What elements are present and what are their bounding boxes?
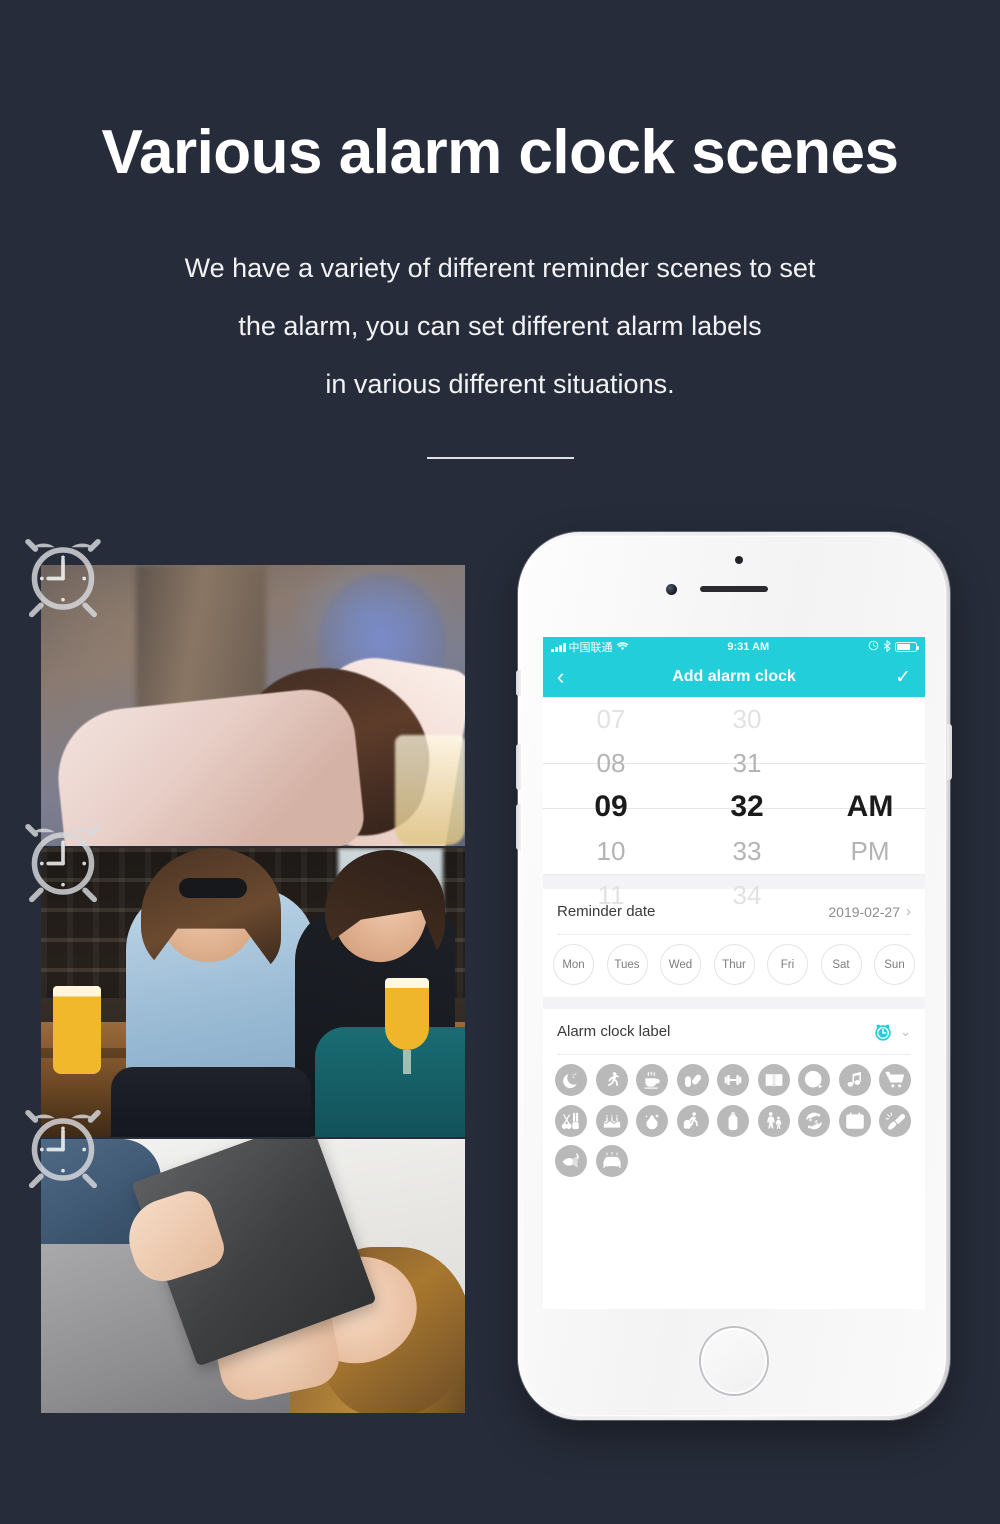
volume-up-button[interactable] bbox=[516, 744, 521, 790]
bluetooth-icon bbox=[883, 639, 891, 655]
alarm-label-title: Alarm clock label bbox=[557, 1023, 671, 1040]
day-toggle-sat[interactable]: Sat bbox=[820, 944, 862, 985]
hour-option[interactable]: 07 bbox=[543, 697, 679, 741]
photo-gallery bbox=[41, 565, 465, 1413]
photo2-teal-skirt bbox=[315, 1027, 465, 1137]
chevron-down-icon[interactable]: ⌄ bbox=[900, 1024, 911, 1040]
section-divider bbox=[426, 457, 574, 459]
chevron-right-icon: › bbox=[906, 903, 911, 920]
baby-bottle-icon[interactable] bbox=[717, 1104, 749, 1137]
photo-woman-sleeping-at-table bbox=[41, 565, 465, 846]
sleep-icon[interactable]: zz bbox=[555, 1064, 587, 1096]
minute-option[interactable]: 34 bbox=[679, 873, 815, 917]
subtitle-line-1: We have a variety of different reminder … bbox=[184, 253, 816, 283]
photo-woman-lying-with-book-on-face bbox=[41, 1139, 465, 1413]
alarm-label-card: Alarm clock label ⌄ zz ¥ $ bbox=[543, 1009, 925, 1191]
hour-option[interactable]: 11 bbox=[543, 873, 679, 917]
pick-up-child-icon[interactable] bbox=[757, 1104, 790, 1137]
hour-option[interactable]: 08 bbox=[543, 741, 679, 785]
volume-down-button[interactable] bbox=[516, 804, 521, 850]
status-bar: 中国联通 9:31 AM bbox=[543, 637, 925, 657]
status-bar-right bbox=[868, 639, 919, 655]
wifi-icon bbox=[616, 641, 629, 654]
checkmark-icon[interactable]: ✓ bbox=[889, 668, 911, 687]
birthday-cake-icon[interactable] bbox=[595, 1104, 628, 1137]
minute-option[interactable]: 30 bbox=[679, 697, 815, 741]
meridiem-picker-column[interactable]: AM PM bbox=[815, 697, 925, 874]
section-gap bbox=[543, 997, 925, 1009]
time-picker[interactable]: 07 08 09 10 11 30 31 32 33 34 AM PM bbox=[543, 697, 925, 910]
photo2-jeans bbox=[111, 1067, 311, 1137]
day-toggle-wed[interactable]: Wed bbox=[660, 944, 701, 985]
day-toggle-mon[interactable]: Mon bbox=[553, 944, 594, 985]
coffee-icon[interactable] bbox=[636, 1064, 668, 1096]
reminder-date-value: 2019-02-27 bbox=[828, 903, 900, 920]
photo1-drink-glass bbox=[395, 735, 465, 845]
proximity-sensor-icon bbox=[735, 556, 743, 564]
page-subtitle: We have a variety of different reminder … bbox=[0, 239, 1000, 413]
power-button[interactable] bbox=[947, 724, 952, 780]
day-toggle-fri[interactable]: Fri bbox=[767, 944, 808, 985]
svg-text:z: z bbox=[575, 1072, 577, 1076]
page-title: Various alarm clock scenes bbox=[101, 118, 899, 187]
minute-option[interactable]: 31 bbox=[679, 741, 815, 785]
status-bar-time: 9:31 AM bbox=[727, 641, 770, 653]
carrier-name: 中国联通 bbox=[568, 642, 613, 654]
minute-option-selected[interactable]: 32 bbox=[679, 785, 815, 829]
meridiem-option-selected[interactable]: AM bbox=[815, 785, 925, 829]
phone-screen: 中国联通 9:31 AM ‹ Add alarm clock ✓ 07 08 0… bbox=[543, 637, 925, 1309]
meridiem-option[interactable]: PM bbox=[815, 829, 925, 873]
battery-icon bbox=[895, 642, 919, 652]
music-icon[interactable] bbox=[838, 1064, 871, 1096]
hour-option[interactable]: 10 bbox=[543, 829, 679, 873]
svg-text:¥: ¥ bbox=[809, 1115, 813, 1123]
alarm-clock-icon[interactable] bbox=[872, 1021, 894, 1043]
minute-picker-column[interactable]: 30 31 32 33 34 bbox=[679, 697, 815, 910]
car-wash-icon[interactable] bbox=[595, 1145, 628, 1177]
screen-title: Add alarm clock bbox=[672, 668, 796, 685]
subtitle-line-2: the alarm, you can set different alarm l… bbox=[238, 311, 762, 341]
status-bar-left: 中国联通 bbox=[551, 639, 629, 655]
signal-bars-icon bbox=[551, 642, 566, 652]
day-toggle-tues[interactable]: Tues bbox=[606, 944, 648, 985]
subtitle-line-3: in various different situations. bbox=[325, 369, 675, 399]
running-icon[interactable] bbox=[595, 1064, 628, 1096]
gym-icon[interactable] bbox=[717, 1064, 749, 1096]
day-toggle-sun[interactable]: Sun bbox=[874, 944, 915, 985]
app-navigation-bar: ‹ Add alarm clock ✓ bbox=[543, 657, 925, 697]
hour-picker-column[interactable]: 07 08 09 10 11 bbox=[543, 697, 679, 910]
wedding-ring-icon[interactable] bbox=[636, 1104, 668, 1137]
photo2-beer-left bbox=[53, 986, 101, 1074]
travel-luggage-icon[interactable] bbox=[676, 1104, 709, 1137]
home-button[interactable] bbox=[701, 1328, 767, 1394]
haircut-icon[interactable] bbox=[555, 1104, 587, 1137]
chevron-left-icon[interactable]: ‹ bbox=[557, 666, 579, 688]
photo2-beer-right bbox=[385, 978, 429, 1074]
hero-section: Various alarm clock scenes We have a var… bbox=[0, 0, 1000, 459]
alarm-indicator-icon bbox=[868, 640, 879, 654]
hour-option-selected[interactable]: 09 bbox=[543, 785, 679, 829]
mute-switch[interactable] bbox=[516, 670, 521, 696]
earpiece-speaker bbox=[700, 586, 768, 592]
shopping-cart-icon[interactable] bbox=[879, 1064, 911, 1096]
fishing-icon[interactable] bbox=[555, 1145, 587, 1177]
photo-two-women-laughing-with-beer bbox=[41, 848, 465, 1137]
day-toggle-thur[interactable]: Thur bbox=[713, 944, 755, 985]
currency-exchange-icon[interactable]: ¥ $ bbox=[798, 1104, 830, 1137]
alarm-label-icon-grid: zz ¥ $ bbox=[543, 1055, 925, 1191]
movie-reel-icon[interactable] bbox=[798, 1064, 830, 1096]
medicine-icon[interactable] bbox=[676, 1064, 709, 1096]
alarm-label-row[interactable]: Alarm clock label ⌄ bbox=[543, 1009, 925, 1054]
weekday-selector: Mon Tues Wed Thur Fri Sat Sun bbox=[543, 935, 925, 997]
medical-checkup-icon[interactable] bbox=[838, 1104, 871, 1137]
svg-text:$: $ bbox=[814, 1119, 818, 1127]
front-camera-icon bbox=[666, 584, 677, 595]
photo1-curtain bbox=[136, 565, 266, 715]
iphone-mockup: 中国联通 9:31 AM ‹ Add alarm clock ✓ 07 08 0… bbox=[516, 532, 952, 1420]
cleaning-icon[interactable] bbox=[879, 1104, 911, 1137]
reading-book-icon[interactable] bbox=[757, 1064, 790, 1096]
photo2-sunglasses bbox=[179, 878, 247, 898]
minute-option[interactable]: 33 bbox=[679, 829, 815, 873]
